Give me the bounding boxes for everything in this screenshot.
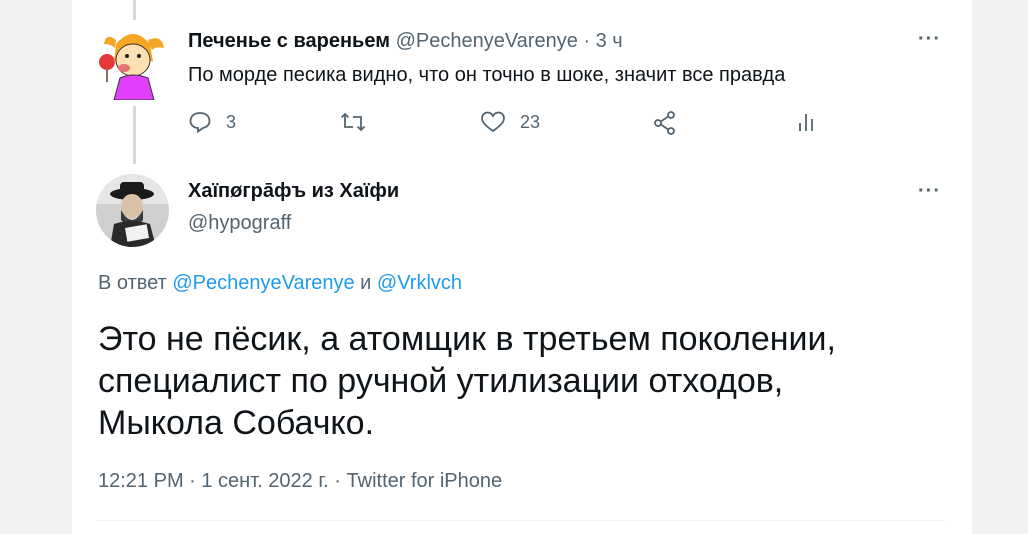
reply-text: По морде песика видно, что он точно в шо… bbox=[188, 64, 786, 86]
reply-count: 3 bbox=[226, 111, 237, 132]
reply-context: В ответ @PechenyeVarenye и @Vrklvch bbox=[98, 272, 462, 295]
reply-mention-link[interactable]: @Vrklvch bbox=[377, 272, 462, 294]
reply-mention-link[interactable]: @PechenyeVarenye bbox=[172, 272, 354, 294]
tweet-text: Это не пёсик, а атомщик в третьем поколе… bbox=[98, 320, 836, 442]
tweet-meta[interactable]: 12:21 PM · 1 сент. 2022 г. · Twitter for… bbox=[98, 470, 502, 493]
reply-icon bbox=[189, 112, 211, 134]
right-margin bbox=[972, 0, 1028, 534]
reply-header: Печенье с вареньем @PechenyeVarenye · 3 … bbox=[188, 30, 623, 53]
share-icon bbox=[654, 111, 675, 135]
reply-author-name[interactable]: Печенье с вареньем bbox=[188, 30, 390, 52]
reply-action-bar: 3 23 bbox=[188, 110, 828, 140]
tweet-author-avatar[interactable] bbox=[96, 174, 169, 247]
retweet-button[interactable] bbox=[340, 110, 366, 134]
share-button[interactable] bbox=[652, 110, 678, 136]
left-margin bbox=[0, 0, 72, 534]
reply-author-handle[interactable]: @PechenyeVarenye bbox=[396, 30, 578, 52]
tweet-author-handle[interactable]: @hypograff bbox=[188, 212, 291, 235]
like-count: 23 bbox=[520, 111, 541, 132]
reply-author-avatar[interactable] bbox=[98, 22, 168, 100]
tweet-author-name[interactable]: Хаïпøгрāфъ из Хаïфи bbox=[188, 180, 399, 203]
reply-and: и bbox=[360, 272, 372, 294]
divider bbox=[96, 520, 946, 521]
stats-button[interactable] bbox=[796, 110, 818, 134]
tweet-more-icon[interactable]: ··· bbox=[918, 180, 941, 203]
reply-prefix: В ответ bbox=[98, 272, 167, 294]
retweet-icon bbox=[340, 112, 366, 132]
thread-line-top bbox=[133, 0, 136, 20]
reply-separator: · bbox=[583, 30, 591, 52]
stats-icon bbox=[799, 114, 813, 131]
like-icon bbox=[481, 111, 505, 133]
reply-more-icon[interactable]: ··· bbox=[918, 28, 941, 51]
reply-time[interactable]: 3 ч bbox=[596, 30, 623, 52]
thread-line-connector bbox=[133, 106, 136, 164]
like-button[interactable]: 23 bbox=[480, 110, 540, 134]
reply-button[interactable]: 3 bbox=[188, 110, 236, 134]
